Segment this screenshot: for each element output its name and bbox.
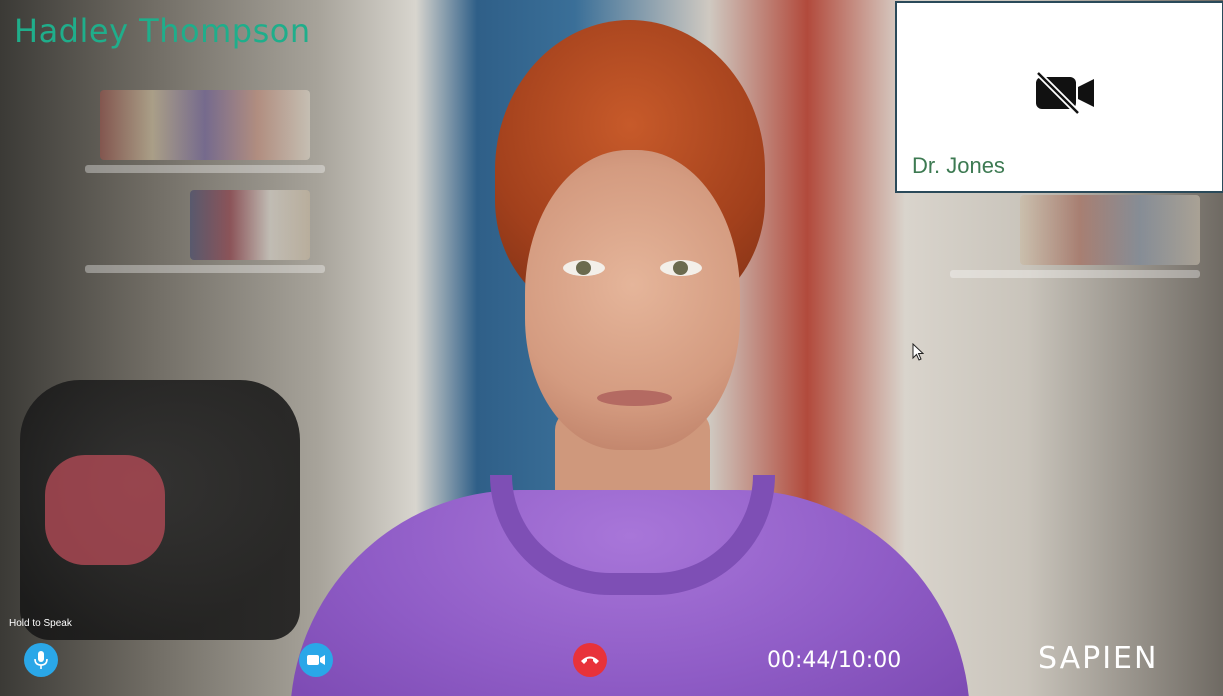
phone-hangup-icon [581,656,599,664]
video-camera-icon [307,655,325,665]
hold-to-speak-button[interactable] [24,643,58,677]
call-timer: 00:44/10:00 [767,648,902,673]
video-off-icon [1035,71,1094,115]
avatar-face [525,150,740,450]
books [100,90,310,160]
self-participant-name: Dr. Jones [912,153,1005,178]
shelf [85,165,325,173]
shelf [85,265,325,273]
hold-to-speak-label: Hold to Speak [9,618,72,629]
pillow [45,455,165,565]
avatar-eye [563,260,605,276]
remote-participant-name: Hadley Thompson [14,12,311,50]
end-call-button[interactable] [573,643,607,677]
microphone-icon [34,651,48,669]
avatar-eye [660,260,702,276]
video-call-screen: Hadley Thompson Dr. Jones Hold to Speak [0,0,1223,696]
toggle-camera-button[interactable] [299,643,333,677]
mouse-cursor-icon [912,343,924,361]
avatar-mouth [597,390,672,406]
brand-logo: SAPIEN [1038,641,1159,676]
avatar-video [290,20,970,696]
self-view-panel: Dr. Jones [895,1,1223,193]
books [1020,195,1200,265]
shelf [950,270,1200,278]
